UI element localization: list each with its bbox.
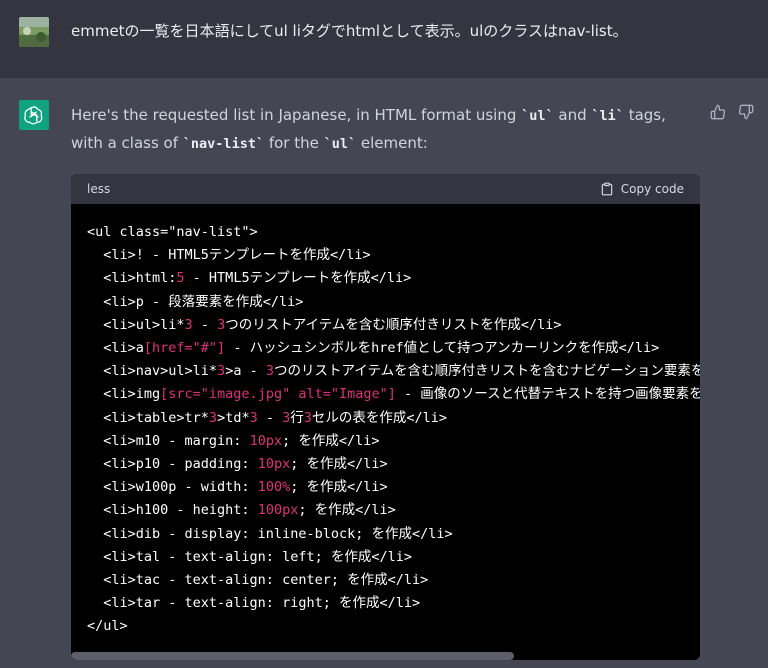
clipboard-icon: [600, 182, 614, 196]
user-avatar-image: [19, 17, 49, 47]
code-line: <li>ul>li*3 - 3つのリストアイテムを含む順序付きリストを作成</l…: [87, 314, 700, 337]
thumbs-up-icon[interactable]: [710, 104, 726, 120]
code-token: <li>h100 - height:: [87, 502, 258, 519]
code-token: - 画像のソースと代替テキストを持つ画像要素を作成: [395, 386, 700, 403]
code-line: <ul class="nav-list">: [87, 221, 700, 244]
assistant-intro-text: Here's the requested list in Japanese, i…: [71, 102, 683, 158]
code-line: <li>table>tr*3>td*3 - 3行3セルの表を作成</li>: [87, 407, 700, 430]
code-line: <li>! - HTML5テンプレートを作成</li>: [87, 244, 700, 267]
code-token: 3: [249, 409, 258, 426]
code-token: 3: [217, 316, 226, 333]
code-token: <li>ul>li*: [87, 316, 185, 333]
code-token: <li>dib - display: inline-block; を作成</li…: [87, 525, 453, 542]
code-block-header: less Copy code: [71, 174, 700, 204]
code-token: <li>tac - text-align: center; を作成</li>: [87, 572, 429, 589]
code-token: 3: [303, 409, 312, 426]
code-token: 100px: [257, 502, 299, 519]
code-line: <li>tac - text-align: center; を作成</li>: [87, 569, 700, 592]
code-token: ; を作成</li>: [290, 479, 388, 496]
inline-code: `li`: [591, 108, 624, 124]
copy-code-button[interactable]: Copy code: [600, 182, 684, 196]
user-avatar: [19, 17, 49, 47]
code-token: <li>nav>ul>li*: [87, 363, 218, 380]
code-content: <ul class="nav-list"> <li>! - HTML5テンプレー…: [71, 204, 700, 651]
inline-code: `ul`: [521, 108, 554, 124]
code-token: 行: [290, 409, 304, 426]
code-token: 3: [208, 409, 218, 426]
code-token: 3: [184, 316, 193, 333]
intro-text-segment: Here's the requested list in Japanese, i…: [71, 106, 522, 124]
code-line: <li>tar - text-align: right; を作成</li>: [87, 592, 700, 615]
code-line: <li>nav>ul>li*3>a - 3つのリストアイテムを含む順序付きリスト…: [87, 360, 700, 383]
code-token: <li>tal - text-align: left; を作成</li>: [87, 548, 412, 565]
inline-code: `nav-list`: [182, 136, 265, 152]
code-token: [href="#"]: [143, 340, 226, 357]
code-token: -: [257, 409, 283, 426]
copy-code-label: Copy code: [620, 182, 684, 196]
code-token: <li>p10 - padding:: [87, 456, 258, 473]
user-message-row: emmetの一覧を日本語にしてul liタグでhtmlとして表示。ulのクラスは…: [0, 0, 768, 79]
code-token: <li>img: [87, 386, 161, 403]
code-line: <li>p10 - padding: 10px; を作成</li>: [87, 453, 700, 476]
code-block: less Copy code <ul class="nav-list"> <li…: [71, 174, 700, 660]
inline-code: `ul`: [323, 136, 357, 152]
openai-logo-icon: [19, 100, 49, 130]
code-token: <ul class="nav-list">: [87, 224, 258, 240]
code-token: <li>m10 - margin:: [87, 432, 250, 449]
user-message-text: emmetの一覧を日本語にしてul liタグでhtmlとして表示。ulのクラスは…: [71, 22, 628, 40]
assistant-message-row: Here's the requested list in Japanese, i…: [0, 78, 768, 668]
code-token: <li>w100p - width:: [87, 479, 258, 496]
thumbs-down-icon[interactable]: [738, 104, 754, 120]
code-token: [src="image.jpg" alt="Image"]: [160, 386, 396, 403]
code-line: <li>h100 - height: 100px; を作成</li>: [87, 499, 700, 522]
code-line: <li>p - 段落要素を作成</li>: [87, 291, 700, 314]
code-token: ; を作成</li>: [290, 456, 388, 473]
code-token: <li>tar - text-align: right; を作成</li>: [87, 595, 421, 612]
code-token: 100%: [257, 479, 291, 496]
scrollbar-thumb[interactable]: [71, 652, 514, 660]
code-line: <li>tal - text-align: left; を作成</li>: [87, 546, 700, 569]
code-token: 10px: [249, 432, 283, 449]
horizontal-scrollbar[interactable]: [71, 652, 700, 660]
code-token: -: [192, 316, 218, 333]
code-line: <li>dib - display: inline-block; を作成</li…: [87, 523, 700, 546]
code-line: <li>m10 - margin: 10px; を作成</li>: [87, 430, 700, 453]
code-token: つのリストアイテムを含む順序付きリストを含むナビゲーション要素を作成。各: [273, 363, 700, 380]
code-token: - HTML5テンプレートを作成</li>: [184, 270, 412, 287]
intro-text-segment: for the: [264, 134, 324, 152]
intro-text-segment: element:: [356, 134, 428, 152]
code-token: <li>html:: [87, 270, 177, 287]
code-token: <li>p - 段落要素を作成</li>: [87, 293, 304, 310]
code-token: 10px: [257, 456, 291, 473]
code-line: <li>w100p - width: 100%; を作成</li>: [87, 476, 700, 499]
code-line: <li>img[src="image.jpg" alt="Image"] - 画…: [87, 383, 700, 406]
code-token: - ハッシュシンボルをhref値として持つアンカーリンクを作成</li>: [225, 340, 660, 357]
code-token: <li>table>tr*: [87, 409, 209, 426]
code-token: </ul>: [87, 618, 128, 635]
code-line: </ul>: [87, 615, 700, 638]
code-token: >a -: [225, 363, 266, 380]
code-token: 5: [176, 270, 185, 287]
code-line: <li>html:5 - HTML5テンプレートを作成</li>: [87, 267, 700, 290]
code-token: ; を作成</li>: [282, 432, 380, 449]
code-token: <li>! - HTML5テンプレートを作成</li>: [87, 247, 371, 264]
code-line: <li>a[href="#"] - ハッシュシンボルをhref値として持つアンカ…: [87, 337, 700, 360]
code-token: ; を作成</li>: [298, 502, 396, 519]
feedback-buttons: [710, 104, 754, 120]
code-token: 3: [217, 363, 226, 380]
code-token: つのリストアイテムを含む順序付きリストを作成</li>: [225, 316, 562, 333]
code-token: 3: [265, 363, 274, 380]
code-token: セルの表を作成</li>: [311, 409, 448, 426]
code-language-label: less: [87, 182, 111, 196]
intro-text-segment: and: [553, 106, 592, 124]
code-token: >td*: [217, 409, 250, 426]
code-token: <li>a: [87, 340, 144, 357]
